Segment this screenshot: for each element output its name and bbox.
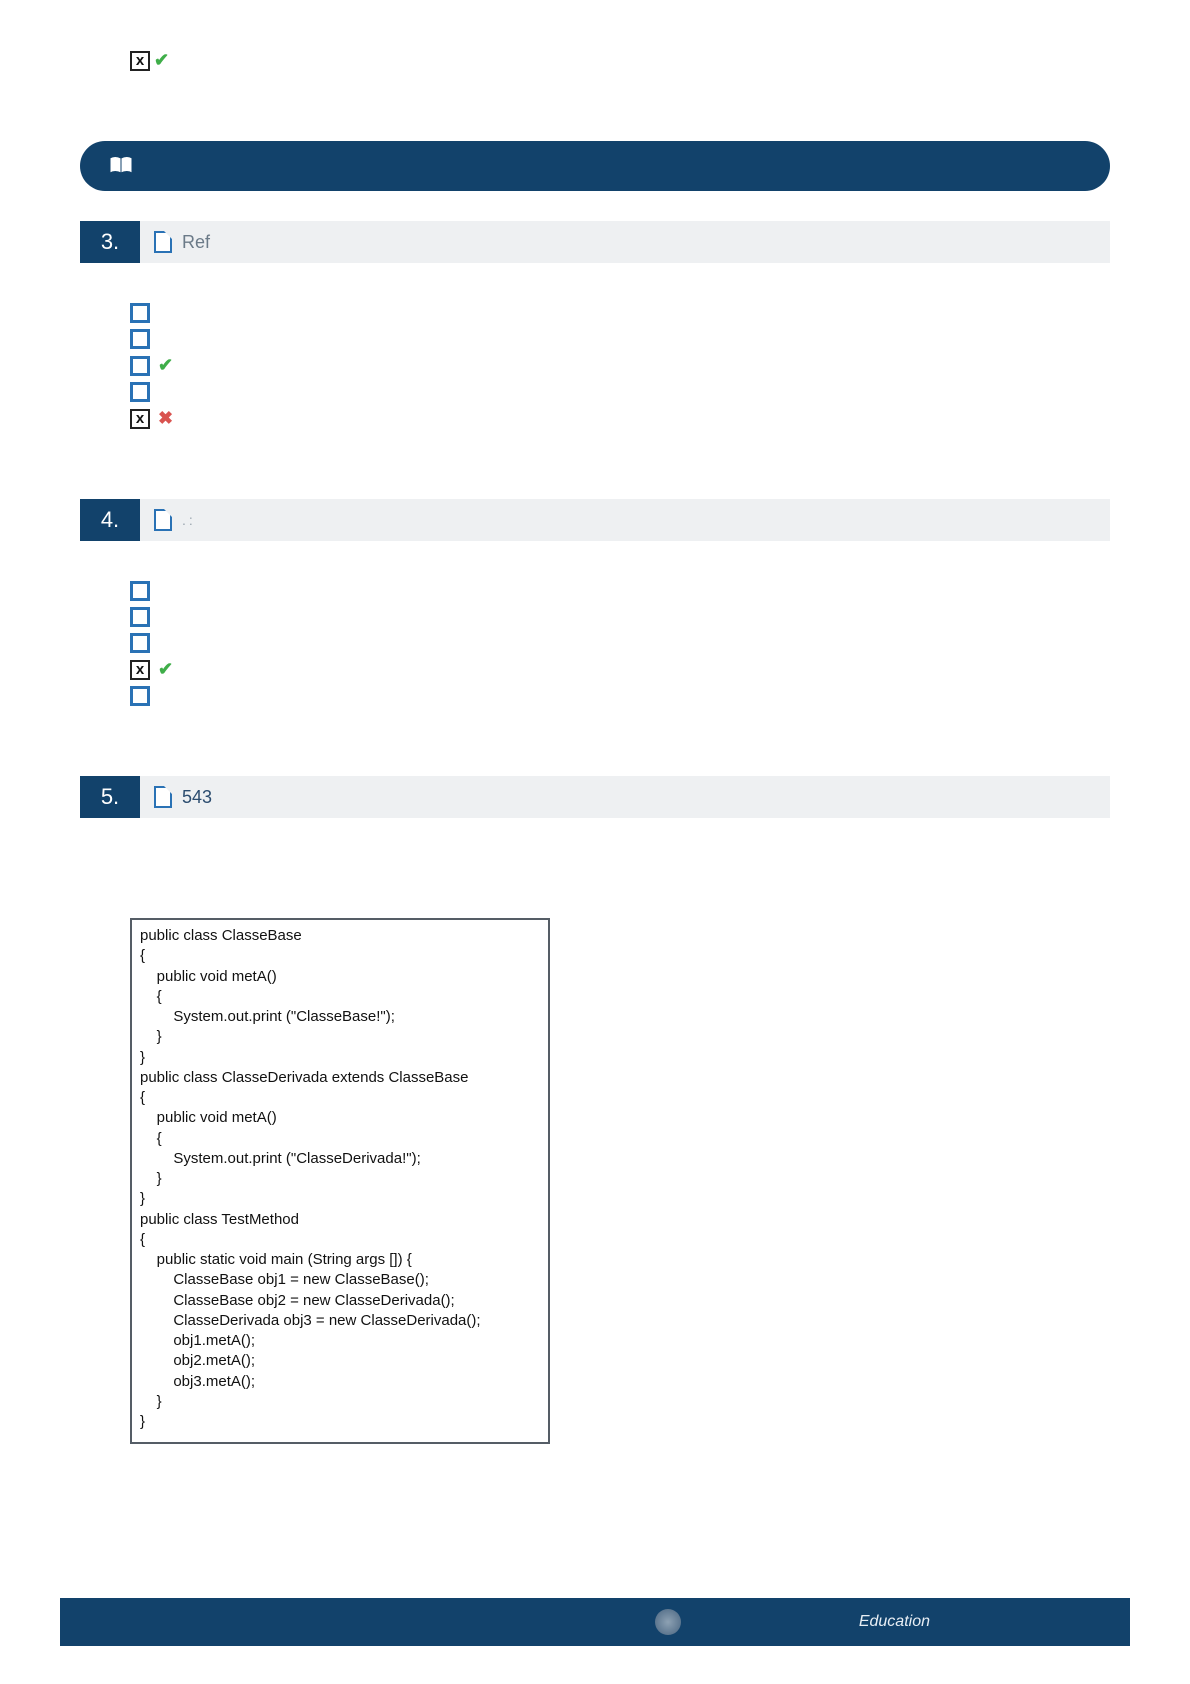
box-empty-icon — [130, 581, 150, 601]
answer-row: x✖ — [130, 408, 1110, 429]
answer-row: ✔ — [130, 355, 1110, 376]
top-answer-mark: x ✔ — [130, 50, 1110, 71]
question-row: 3. Ref — [80, 221, 1110, 263]
answer-row — [130, 303, 1110, 323]
page-content: x ✔ 3. Ref ✔x✖ 4. .: x✔ 5. 543 — [0, 0, 1190, 1444]
box-empty-icon — [130, 607, 150, 627]
check-icon: ✔ — [158, 355, 173, 376]
box-empty-icon — [130, 356, 150, 376]
question-label-area: Ref — [140, 221, 224, 263]
question-number: 4. — [80, 499, 140, 541]
question-row: 4. .: — [80, 499, 1110, 541]
box-empty-icon — [130, 686, 150, 706]
answer-row — [130, 633, 1110, 653]
question-label-area: 543 — [140, 776, 226, 818]
document-icon — [154, 786, 172, 808]
answer-row — [130, 686, 1110, 706]
question-label: Ref — [182, 232, 210, 253]
box-x-icon: x — [130, 660, 150, 680]
box-empty-icon — [130, 329, 150, 349]
question-label: .: — [182, 512, 196, 528]
answer-row — [130, 581, 1110, 601]
footer-bar: Education — [60, 1598, 1130, 1646]
box-empty-icon — [130, 303, 150, 323]
box-empty-icon — [130, 633, 150, 653]
answer-row — [130, 329, 1110, 349]
check-icon: ✔ — [154, 50, 169, 71]
answer-row — [130, 382, 1110, 402]
answer-row: x✔ — [130, 659, 1110, 680]
question-number: 5. — [80, 776, 140, 818]
question-label: 543 — [182, 787, 212, 808]
question-row: 5. 543 — [80, 776, 1110, 818]
footer-text: Education — [60, 1613, 1130, 1631]
box-x-icon: x — [130, 51, 150, 71]
document-icon — [154, 509, 172, 531]
code-text: public class ClasseBase { public void me… — [140, 926, 540, 1432]
answers-block: x✔ — [130, 581, 1110, 706]
code-image: public class ClasseBase { public void me… — [130, 918, 550, 1444]
question-label-area: .: — [140, 499, 210, 541]
section-header-bar — [80, 141, 1110, 191]
document-icon — [154, 231, 172, 253]
seal-icon — [655, 1609, 681, 1635]
cross-icon: ✖ — [158, 408, 173, 429]
answers-block: ✔x✖ — [130, 303, 1110, 429]
answer-row — [130, 607, 1110, 627]
book-icon — [108, 155, 134, 177]
box-empty-icon — [130, 382, 150, 402]
check-icon: ✔ — [158, 659, 173, 680]
box-x-icon: x — [130, 409, 150, 429]
question-number: 3. — [80, 221, 140, 263]
